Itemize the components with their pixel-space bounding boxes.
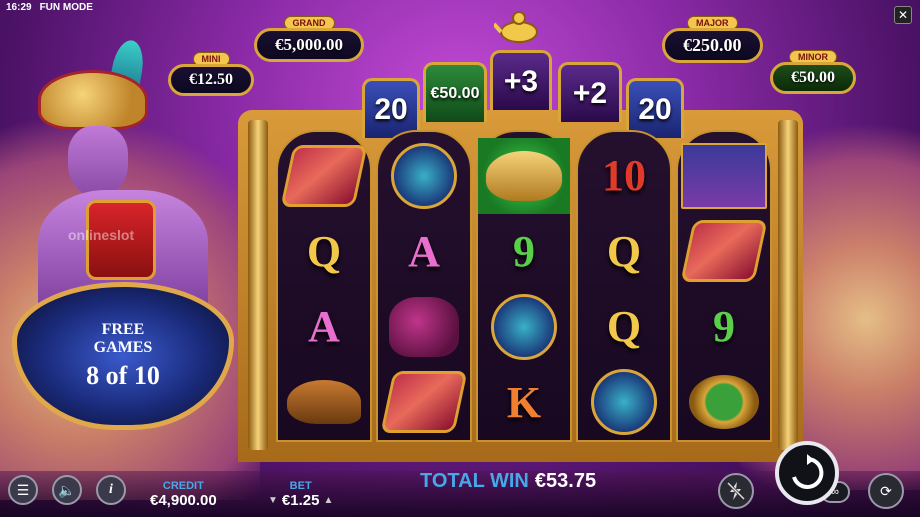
symbol-swords [478,289,570,365]
jackpot-major-value: €250.00 [662,28,763,63]
arch-segment: €50.00 [423,62,487,122]
reel-grid: Q A A 9 K 10 Q Q 9 [276,130,772,442]
jackpot-minor-value: €50.00 [770,62,856,94]
credit-label: CREDIT [162,480,204,492]
jackpot-minor: MINOR €50.00 [770,50,856,94]
crossed-swords-symbol-icon [591,369,657,436]
free-games-title-line2: GAMES [93,339,153,356]
treasure-bag-symbol-icon [389,296,459,357]
bet-label: BET [289,480,312,492]
symbol-genie [678,138,770,214]
symbol-letter: Q [278,214,370,290]
symbol-letter: 9 [478,214,570,290]
symbol-letter: A [278,289,370,365]
symbol-letter: Q [578,214,670,290]
bet-display: BET ▼ €1.25 ▲ [268,480,333,509]
symbol-letter: 10 [578,138,670,214]
lamp-symbol-icon [486,150,562,201]
bet-value: €1.25 [281,492,320,509]
crossed-swords-symbol-icon [391,142,457,209]
symbol-text: A [408,226,440,276]
symbol-text: 9 [513,226,535,276]
symbol-carpet [278,138,370,214]
close-icon[interactable]: ✕ [894,6,912,24]
mode-label: FUN MODE [39,2,93,13]
symbol-bag [378,289,470,365]
left-pillar [248,120,268,450]
total-win-label: TOTAL WIN [420,470,529,492]
symbol-swords [578,365,670,441]
symbol-text: Q [606,226,642,276]
clock: 16:29 [6,2,32,13]
bet-decrease-icon[interactable]: ▼ [268,495,278,506]
carpet-symbol-icon [380,371,468,434]
genie-face [68,126,128,196]
credit-value: €4,900.00 [150,492,217,509]
arch-segment: +2 [558,62,622,122]
symbol-text: K [506,377,542,427]
symbol-shoe [278,365,370,441]
info-icon[interactable]: i [96,475,126,505]
total-win-display: TOTAL WIN €53.75 [420,470,596,493]
crossed-swords-symbol-icon [491,293,557,360]
menu-icon[interactable]: ☰ [8,475,38,505]
symbol-letter: K [478,365,570,441]
turban [38,70,148,130]
speaker-icon[interactable]: 🔈 [52,475,82,505]
symbol-letter: 9 [678,289,770,365]
shoe-symbol-icon [287,380,361,425]
carpet-symbol-icon [680,220,768,283]
jackpot-grand-value: €5,000.00 [254,28,364,62]
symbol-text: A [308,302,340,352]
total-win-value: €53.75 [534,470,597,492]
symbol-letter: Q [578,289,670,365]
watermark: onlineslot [68,227,135,243]
carpet-symbol-icon [280,144,368,207]
right-pillar [778,120,798,450]
symbol-text: Q [306,226,342,276]
credit-display: CREDIT €4,900.00 [150,480,217,509]
symbol-swords [378,138,470,214]
spin-icon [792,454,824,489]
jackpot-grand: GRAND €5,000.00 [254,16,364,62]
symbol-text: 10 [602,151,646,201]
reel-2: A [376,130,472,442]
magic-lamp-icon [492,6,544,46]
reel-1: Q A [276,130,372,442]
free-games-title-line1: FREE [101,321,145,338]
symbol-letter: A [378,214,470,290]
status-bar: 16:29 FUN MODE [0,0,99,16]
symbol-text: 9 [713,302,735,352]
reel-4: 10 Q Q [576,130,672,442]
symbol-carpet [678,214,770,290]
arch-segment: +3 [490,50,552,110]
free-games-count: 8 of 10 [86,361,160,390]
lightning-off-icon[interactable] [718,473,754,509]
spin-button[interactable] [775,441,839,505]
ring-symbol-icon [689,375,759,430]
symbol-carpet [378,365,470,441]
symbol-lamp [478,138,570,214]
arch-segment: 20 [362,78,420,138]
jackpot-major: MAJOR €250.00 [662,16,763,63]
genie-character [28,37,218,320]
bet-increase-icon[interactable]: ▲ [323,495,333,506]
symbol-ring [678,365,770,441]
reel-5: 9 [676,130,772,442]
arch-segment: 20 [626,78,684,138]
genie-symbol-icon [681,142,767,209]
reel-3: 9 K [476,130,572,442]
symbol-text: Q [606,302,642,352]
autoplay-settings-icon[interactable]: ⟳ [868,473,904,509]
